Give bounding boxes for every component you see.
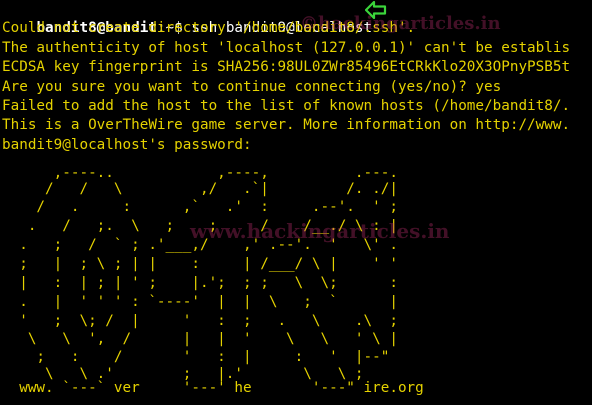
password-prompt: bandit9@localhost's password: — [2, 136, 252, 153]
output-line: Are you sure you want to continue connec… — [2, 78, 502, 95]
banner-line: / . : ,` .' : .--'. ' ; — [2, 199, 398, 215]
terminal-window[interactable]: bandit8@bandit:~$ ssh bandit9@localhost … — [0, 0, 592, 405]
banner-line: ; | ; \ ; | | : | /___/ \ | ' ' — [2, 256, 398, 272]
watermark-top: ©hackingarticles.in — [300, 13, 501, 34]
watermark-center: www.hackingarticles.in — [190, 219, 450, 243]
banner-line: . | ' ' ' : `----' | | \ ; ` | — [2, 294, 398, 310]
banner-line: / / \ ,/ .`| /. ./| — [2, 181, 398, 197]
output-line: ECDSA key fingerprint is SHA256:98UL0ZWr… — [2, 59, 571, 76]
output-line: Failed to add the host to the list of kn… — [2, 98, 571, 114]
banner-line: ' ; \; / | ' : ; . \ .\ ; — [2, 313, 398, 329]
output-line: This is a OverTheWire game server. More … — [2, 117, 571, 134]
output-line: The authenticity of host 'localhost (127… — [2, 39, 571, 56]
banner-line: | : | ; | ' ; |.'; ; ; \ \; : — [2, 275, 398, 291]
banner-line: www. `---` ver '---' he '---" ire.org — [2, 380, 424, 396]
banner-line: \ \ ', / | | ' \ \ ' \ | — [2, 331, 398, 347]
